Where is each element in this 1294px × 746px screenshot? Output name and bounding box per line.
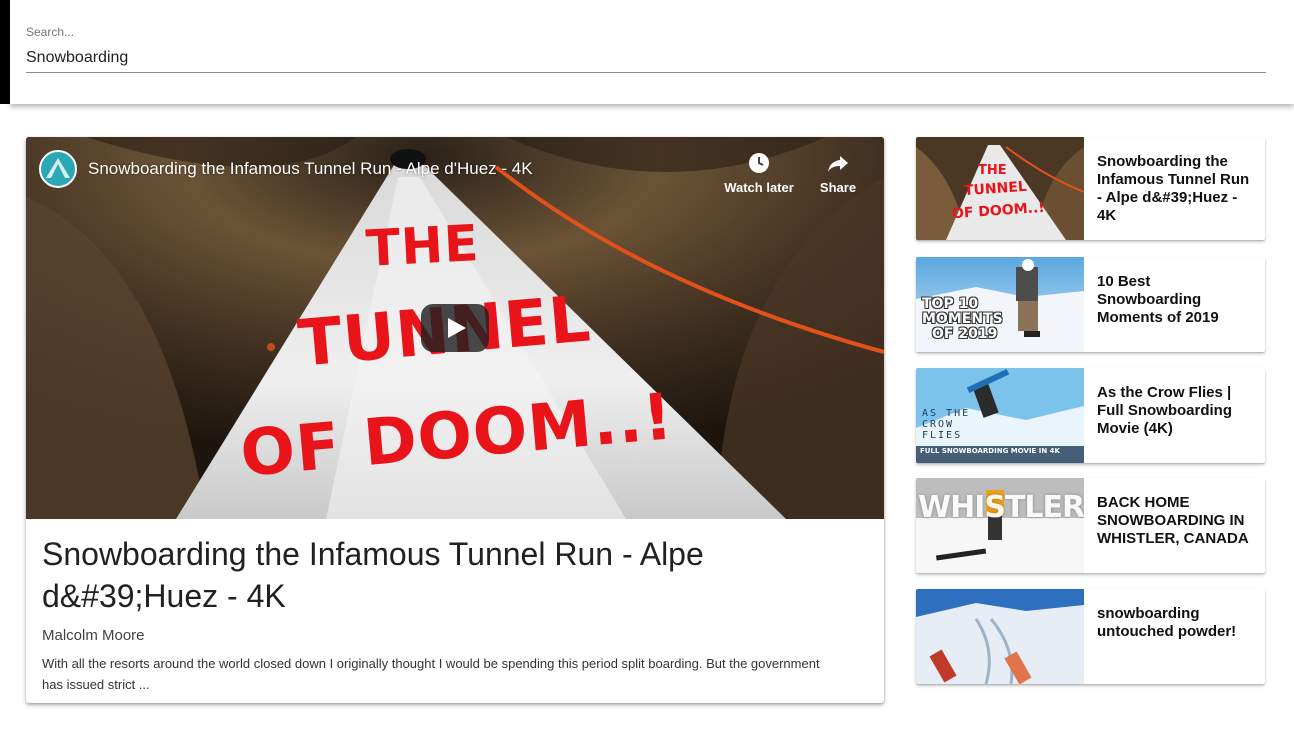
search-input[interactable] bbox=[26, 44, 1266, 73]
window-edge bbox=[0, 0, 10, 104]
main-video-card: THE TUNNEL OF DOOM..! Snowboarding the I… bbox=[26, 137, 884, 703]
thumb-text: WHISTLER bbox=[918, 490, 1084, 525]
related-video-item[interactable]: snowboarding untouched powder! bbox=[916, 589, 1265, 684]
video-title: Snowboarding the Infamous Tunnel Run - A… bbox=[42, 536, 704, 614]
share-arrow-icon bbox=[828, 156, 848, 172]
related-video-title: 10 Best Snowboarding Moments of 2019 bbox=[1097, 273, 1219, 326]
thumb-text: THE bbox=[978, 163, 1007, 178]
thumb-text-line: FLIES bbox=[922, 430, 963, 441]
thumb-text-line: MOMENTS bbox=[922, 311, 1003, 327]
related-video-item[interactable]: THE TUNNEL OF DOOM..! Snowboarding the I… bbox=[916, 137, 1265, 240]
watch-later-button[interactable]: Watch later bbox=[721, 151, 797, 195]
channel-name: Malcolm Moore bbox=[42, 627, 145, 644]
clock-icon bbox=[749, 153, 769, 173]
search-bar: Search... bbox=[10, 0, 1294, 104]
player-title[interactable]: Snowboarding the Infamous Tunnel Run - A… bbox=[88, 159, 533, 179]
related-video-title: As the Crow Flies | Full Snowboarding Mo… bbox=[1097, 384, 1232, 437]
related-video-item[interactable]: AS THE CROW FLIES FULL SNOWBOARDING MOVI… bbox=[916, 368, 1265, 463]
search-label: Search... bbox=[26, 25, 75, 39]
related-video-title: snowboarding untouched powder! bbox=[1097, 605, 1237, 640]
related-video-thumbnail: TOP 10 MOMENTS OF 2019 bbox=[916, 257, 1084, 352]
play-button-icon[interactable] bbox=[421, 304, 489, 352]
thumb-text: TOP 10 MOMENTS OF 2019 bbox=[922, 297, 1003, 342]
video-details: Snowboarding the Infamous Tunnel Run - A… bbox=[26, 519, 884, 695]
related-video-title: BACK HOME SNOWBOARDING IN WHISTLER, CANA… bbox=[1097, 494, 1249, 547]
video-player[interactable]: THE TUNNEL OF DOOM..! Snowboarding the I… bbox=[26, 137, 884, 519]
related-video-thumbnail: AS THE CROW FLIES FULL SNOWBOARDING MOVI… bbox=[916, 368, 1084, 463]
related-video-thumbnail: THE TUNNEL OF DOOM..! bbox=[916, 137, 1084, 240]
thumb-text-line: AS THE bbox=[922, 408, 971, 419]
thumb-text: AS THE CROW FLIES bbox=[922, 408, 970, 441]
related-video-item[interactable]: TOP 10 MOMENTS OF 2019 10 Best Snowboard… bbox=[916, 257, 1265, 352]
thumb-text: FULL SNOWBOARDING MOVIE IN 4K bbox=[920, 447, 1060, 455]
share-button[interactable]: Share bbox=[816, 151, 860, 195]
watch-later-label: Watch later bbox=[724, 180, 794, 195]
mountain-logo-icon bbox=[46, 158, 70, 178]
related-video-title: Snowboarding the Infamous Tunnel Run - A… bbox=[1097, 153, 1250, 224]
related-video-thumbnail bbox=[916, 589, 1084, 684]
thumb-text-line: CROW bbox=[922, 419, 955, 430]
thumb-text-line: OF 2019 bbox=[932, 326, 998, 342]
thumb-text-line: TOP 10 bbox=[922, 296, 979, 312]
video-description: With all the resorts around the world cl… bbox=[42, 656, 820, 692]
share-label: Share bbox=[819, 180, 857, 195]
related-video-thumbnail: WHISTLER bbox=[916, 478, 1084, 573]
channel-avatar[interactable] bbox=[39, 150, 77, 188]
related-video-item[interactable]: WHISTLER BACK HOME SNOWBOARDING IN WHIST… bbox=[916, 478, 1265, 573]
